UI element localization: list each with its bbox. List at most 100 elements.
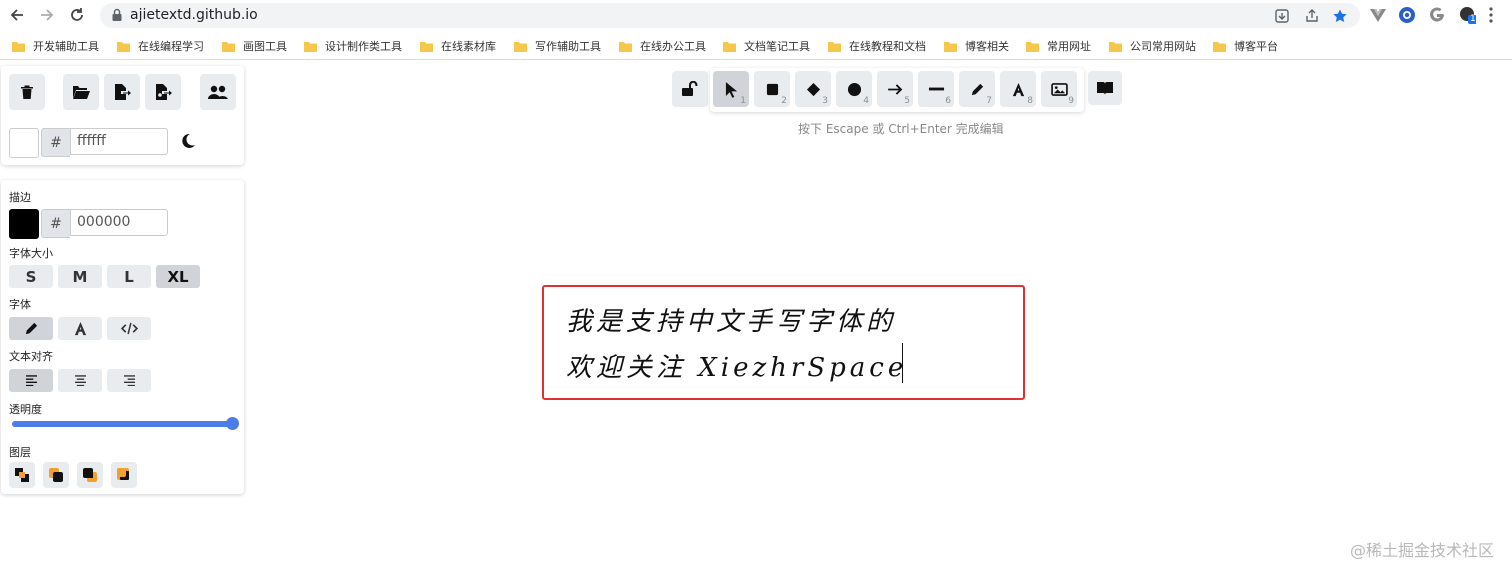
bookmark-folder[interactable]: 在线教程和文档 — [828, 37, 926, 55]
arrow-tool-button[interactable]: 5 — [877, 71, 913, 107]
bring-to-front-icon — [117, 468, 129, 480]
layers-label: 图层 — [9, 446, 31, 459]
stroke-color-swatch[interactable] — [9, 209, 39, 239]
google-extension-icon[interactable] — [1428, 6, 1446, 24]
more-menu-icon[interactable] — [1488, 6, 1500, 24]
forward-icon[interactable] — [38, 6, 56, 24]
bookmark-folder[interactable]: 文档笔记工具 — [723, 37, 810, 55]
code-icon — [120, 322, 138, 335]
dark-mode-toggle[interactable] — [179, 132, 197, 150]
back-icon[interactable] — [8, 6, 26, 24]
moon-icon — [182, 133, 195, 148]
pencil-icon — [971, 83, 983, 95]
edit-hint: 按下 Escape 或 Ctrl+Enter 完成编辑 — [798, 122, 1004, 136]
font-size-xl-button[interactable]: XL — [156, 265, 200, 288]
extension-puzzle-icon[interactable]: 1 — [1458, 6, 1476, 24]
send-backward-icon — [49, 468, 63, 482]
selection-tool-button[interactable]: 1 — [713, 71, 749, 107]
send-backward-button[interactable] — [43, 462, 69, 488]
font-size-l-button[interactable]: L — [107, 265, 151, 288]
address-bar[interactable]: ajietextd.github.io — [100, 3, 1360, 28]
send-to-back-icon — [15, 468, 29, 482]
folder-icon — [1109, 41, 1122, 52]
export-file-button[interactable] — [104, 74, 140, 110]
unlock-icon — [682, 81, 698, 96]
vue-devtools-icon[interactable] — [1369, 6, 1387, 24]
background-color-input[interactable]: ffffff — [70, 128, 168, 155]
send-to-back-button[interactable] — [9, 462, 35, 488]
ellipse-tool-button[interactable]: 4 — [836, 71, 872, 107]
font-code-button[interactable] — [107, 317, 151, 340]
folder-icon — [304, 41, 317, 52]
bring-forward-icon — [83, 468, 97, 482]
users-icon — [208, 85, 228, 99]
bookmark-folder[interactable]: 设计制作类工具 — [304, 37, 402, 55]
bookmark-folder[interactable]: 常用网址 — [1026, 37, 1091, 55]
collaboration-button[interactable] — [200, 74, 236, 110]
handwritten-text-line-1[interactable]: 我是支持中文手写字体的 — [566, 301, 896, 338]
background-color-swatch[interactable] — [9, 128, 39, 158]
bookmarks-bar: 开发辅助工具 在线编程学习 画图工具 设计制作类工具 在线素材库 写作辅助工具 … — [0, 31, 1512, 60]
align-center-icon — [74, 375, 86, 386]
bookmark-folder[interactable]: 在线素材库 — [420, 37, 496, 55]
font-size-s-button[interactable]: S — [9, 265, 53, 288]
bookmark-folder[interactable]: 开发辅助工具 — [12, 37, 99, 55]
align-right-button[interactable] — [107, 369, 151, 392]
opacity-slider-thumb[interactable] — [226, 417, 239, 430]
stroke-color-input[interactable]: 000000 — [70, 209, 168, 236]
align-left-button[interactable] — [9, 369, 53, 392]
text-element-highlight[interactable]: 我是支持中文手写字体的 欢迎关注 XiezhrSpace — [542, 285, 1025, 400]
open-file-button[interactable] — [63, 74, 99, 110]
folder-icon — [514, 41, 527, 52]
folder-icon — [1026, 41, 1039, 52]
opacity-slider-track[interactable] — [12, 421, 238, 427]
folder-icon — [117, 41, 130, 52]
bookmark-folder[interactable]: 博客平台 — [1213, 37, 1278, 55]
text-tool-button[interactable]: 8 — [1000, 71, 1036, 107]
share-icon[interactable] — [1304, 8, 1320, 24]
align-center-button[interactable] — [58, 369, 102, 392]
image-tool-button[interactable]: 9 — [1041, 71, 1077, 107]
bring-to-front-button[interactable] — [111, 462, 137, 488]
font-size-m-button[interactable]: M — [58, 265, 102, 288]
lock-tool-button[interactable] — [672, 71, 708, 107]
font-size-label: 字体大小 — [9, 247, 53, 260]
reload-icon[interactable] — [68, 6, 86, 24]
edge-extension-icon[interactable] — [1398, 6, 1416, 24]
bookmark-folder[interactable]: 在线办公工具 — [619, 37, 706, 55]
extension-badge: 1 — [1470, 14, 1476, 24]
circle-icon — [847, 82, 861, 96]
shape-toolbar: 1 2 3 4 5 6 7 8 9 — [710, 68, 1084, 112]
folder-icon — [222, 41, 235, 52]
font-normal-button[interactable] — [58, 317, 102, 340]
bookmark-folder[interactable]: 画图工具 — [222, 37, 287, 55]
font-handwritten-button[interactable] — [9, 317, 53, 340]
folder-icon — [1213, 41, 1226, 52]
cursor-icon — [725, 81, 737, 98]
bookmark-folder[interactable]: 在线编程学习 — [117, 37, 204, 55]
bookmark-folder[interactable]: 公司常用网站 — [1109, 37, 1196, 55]
rectangle-tool-button[interactable]: 2 — [754, 71, 790, 107]
export-image-button[interactable] — [145, 74, 181, 110]
draw-tool-button[interactable]: 7 — [959, 71, 995, 107]
watermark: @稀土掘金技术社区 — [1349, 541, 1494, 560]
bookmark-star-icon[interactable] — [1332, 8, 1348, 24]
handwritten-text-line-2[interactable]: 欢迎关注 XiezhrSpace — [566, 347, 907, 384]
file-image-export-icon — [156, 84, 172, 100]
library-button[interactable] — [1088, 71, 1122, 105]
clear-canvas-button[interactable] — [9, 74, 45, 110]
text-caret — [902, 343, 903, 383]
download-icon[interactable] — [1274, 8, 1290, 24]
arrow-right-icon — [887, 83, 902, 95]
font-family-label: 字体 — [9, 298, 31, 311]
bring-forward-button[interactable] — [77, 462, 103, 488]
line-icon — [928, 87, 944, 91]
book-open-icon — [1097, 82, 1113, 95]
square-icon — [766, 83, 778, 95]
bookmark-folder[interactable]: 写作辅助工具 — [514, 37, 601, 55]
line-tool-button[interactable]: 6 — [918, 71, 954, 107]
folder-icon — [420, 41, 433, 52]
hash-prefix: # — [41, 209, 70, 238]
diamond-tool-button[interactable]: 3 — [795, 71, 831, 107]
bookmark-folder[interactable]: 博客相关 — [944, 37, 1009, 55]
